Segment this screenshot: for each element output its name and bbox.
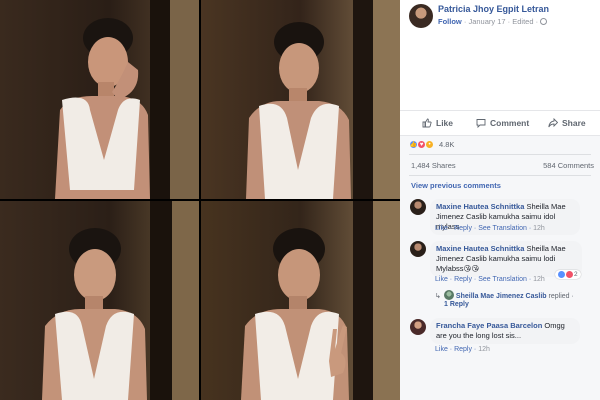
comment-reactions[interactable]: 2 (555, 270, 581, 279)
shares-count[interactable]: 1,484 Shares (411, 161, 456, 170)
author-avatar[interactable] (409, 4, 433, 28)
share-icon (548, 118, 558, 128)
like-label: Like (436, 118, 454, 128)
wow-reaction-icon: • (425, 140, 434, 149)
replier-avatar (443, 290, 454, 300)
comment-reply-link[interactable]: Reply (454, 346, 472, 353)
love-reaction-icon (566, 271, 573, 278)
comment-icon (476, 119, 486, 128)
comment-actions: Like · Reply · See Translation · 12h (435, 225, 545, 232)
photo-4-image (201, 201, 400, 400)
comment-time[interactable]: 12h (478, 346, 490, 353)
follow-link[interactable]: Follow (438, 17, 462, 26)
comment-like-link[interactable]: Like (435, 276, 448, 283)
comment-reply-link[interactable]: Reply (454, 276, 472, 283)
globe-icon (540, 18, 548, 25)
view-previous-comments-link[interactable]: View previous comments (411, 181, 501, 190)
comment-bubble: Francha Faye Paasa Barcelon Omgg are you… (430, 318, 580, 344)
divider (409, 154, 591, 155)
comment-like-link[interactable]: Like (435, 346, 448, 353)
post-action-bar: Like Comment Share (400, 110, 600, 136)
post-side-panel: Patricia Jhoy Egpit Letran Follow · Janu… (400, 0, 600, 400)
comment-actions: Like · Reply · See Translation · 12h (435, 276, 545, 283)
photo-2[interactable] (201, 0, 400, 199)
comment-like-link[interactable]: Like (435, 225, 448, 232)
reactions-summary[interactable]: 👍 ♥ • 4.8K (409, 140, 454, 149)
photo-3-image (0, 201, 199, 400)
commenter-avatar[interactable] (410, 319, 426, 335)
photo-4[interactable] (201, 201, 400, 400)
commenter-name[interactable]: Maxine Hautea Schnittka (436, 244, 524, 253)
photo-3[interactable] (0, 201, 199, 400)
reply-dot: · (571, 293, 574, 300)
author-name[interactable]: Patricia Jhoy Egpit Letran (438, 4, 549, 14)
comment-reaction-count: 2 (574, 271, 578, 278)
comment-label: Comment (490, 118, 530, 128)
photo-2-image (201, 0, 400, 199)
replies-link[interactable]: ↳ Sheilla Mae Jimenez Caslib replied · (435, 290, 574, 300)
divider (409, 175, 591, 176)
reply-arrow-icon: ↳ (435, 293, 441, 300)
commenter-name[interactable]: Francha Faye Paasa Barcelon (436, 321, 542, 330)
comment-time[interactable]: 12h (533, 276, 545, 283)
photo-1-image (0, 0, 199, 199)
comment-time[interactable]: 12h (533, 225, 545, 232)
photo-1[interactable] (0, 0, 199, 199)
reaction-count[interactable]: 4.8K (439, 140, 454, 149)
comment-button[interactable]: Comment (476, 118, 529, 128)
replier-name: Sheilla Mae Jimenez Caslib (455, 293, 547, 300)
photo-collage (0, 0, 400, 400)
see-translation-link[interactable]: See Translation (478, 225, 527, 232)
share-label: Share (562, 118, 586, 128)
see-translation-link[interactable]: See Translation (478, 276, 527, 283)
comment-actions: Like · Reply · 12h (435, 346, 490, 353)
comment-reply-link[interactable]: Reply (454, 225, 472, 232)
reply-count[interactable]: 1 Reply (444, 301, 469, 308)
share-button[interactable]: Share (548, 118, 586, 128)
like-button[interactable]: Like (422, 118, 453, 128)
commenter-avatar[interactable] (410, 241, 426, 257)
post-date[interactable]: January 17 (468, 17, 505, 26)
like-reaction-icon (558, 271, 565, 278)
commenter-name[interactable]: Maxine Hautea Schnittka (436, 202, 524, 211)
comments-count[interactable]: 584 Comments (543, 161, 594, 170)
post-meta: Follow · January 17 · Edited · (438, 17, 548, 26)
commenter-avatar[interactable] (410, 199, 426, 215)
replied-label: replied (548, 293, 570, 300)
facebook-photo-viewer: Patricia Jhoy Egpit Letran Follow · Janu… (0, 0, 600, 400)
post-header: Patricia Jhoy Egpit Letran Follow · Janu… (400, 0, 600, 36)
edited-label[interactable]: Edited (512, 17, 533, 26)
thumbs-up-icon (422, 118, 432, 128)
